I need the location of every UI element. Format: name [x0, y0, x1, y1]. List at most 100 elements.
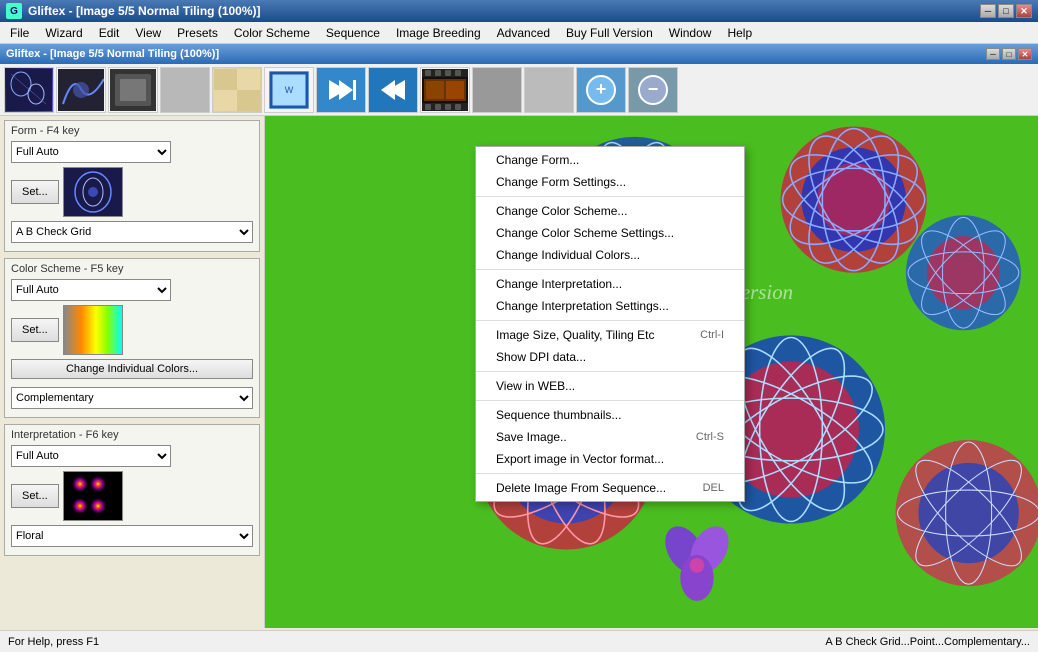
menu-bar: FileWizardEditViewPresetsColor SchemeSeq… — [0, 22, 1038, 44]
check-grid-select[interactable]: A B Check Grid None Standard — [11, 221, 253, 243]
menu-item-sequence[interactable]: Sequence — [318, 23, 388, 43]
interp-set-row: Set... — [11, 471, 253, 521]
inner-window-title: Gliftex - [Image 5/5 Normal Tiling (100%… — [6, 48, 219, 60]
context-menu-item[interactable]: Delete Image From Sequence... DEL — [476, 477, 744, 499]
toolbar-thumb-gray[interactable] — [160, 67, 210, 113]
menu-item-color-scheme[interactable]: Color Scheme — [226, 23, 318, 43]
context-menu-item[interactable]: Change Color Scheme Settings... — [476, 222, 744, 244]
interp-select-row: Full Auto Manual Semi-Auto — [11, 445, 253, 467]
menu-item-edit[interactable]: Edit — [91, 23, 128, 43]
complementary-row: Complementary Triadic Analogous — [11, 387, 253, 409]
maximize-button[interactable]: □ — [998, 4, 1014, 18]
menu-item-image-breeding[interactable]: Image Breeding — [388, 23, 489, 43]
floral-row: Floral Abstract Geometric — [11, 525, 253, 547]
context-menu-separator — [476, 400, 744, 401]
context-menu-item-label: Save Image.. — [496, 430, 567, 444]
form-group-title: Form - F4 key — [11, 125, 253, 137]
context-menu-item[interactable]: Export image in Vector format... — [476, 448, 744, 470]
context-menu-item-label: Export image in Vector format... — [496, 452, 664, 466]
context-menu-item[interactable]: View in WEB... — [476, 375, 744, 397]
toolbar-gray-btn-1[interactable] — [472, 67, 522, 113]
form-select-row: Full Auto Manual Semi-Auto — [11, 141, 253, 163]
inner-close-button[interactable]: ✕ — [1018, 48, 1032, 60]
floral-select[interactable]: Floral Abstract Geometric — [11, 525, 253, 547]
context-menu-item-label: Show DPI data... — [496, 350, 586, 364]
context-menu-item[interactable]: Sequence thumbnails... — [476, 404, 744, 426]
menu-item-help[interactable]: Help — [719, 23, 760, 43]
toolbar-gray-btn-2[interactable] — [524, 67, 574, 113]
color-scheme-select[interactable]: Full Auto Manual Semi-Auto — [11, 279, 171, 301]
svg-text:+: + — [596, 79, 607, 99]
context-menu-separator — [476, 320, 744, 321]
main-content: Form - F4 key Full Auto Manual Semi-Auto… — [0, 116, 1038, 628]
context-menu-item-label: Change Color Scheme Settings... — [496, 226, 674, 240]
svg-text:W: W — [285, 85, 294, 95]
context-menu-item-label: Delete Image From Sequence... — [496, 481, 666, 495]
status-bar: For Help, press F1 A B Check Grid...Poin… — [0, 630, 1038, 652]
context-menu-item-label: View in WEB... — [496, 379, 575, 393]
toolbar-zoom-out[interactable]: − — [628, 67, 678, 113]
form-set-row: Set... — [11, 167, 253, 217]
interpretation-group: Interpretation - F6 key Full Auto Manual… — [4, 424, 260, 556]
toolbar-thumb-1[interactable] — [4, 67, 54, 113]
complementary-select[interactable]: Complementary Triadic Analogous — [11, 387, 253, 409]
context-menu-item-label: Change Individual Colors... — [496, 248, 640, 262]
color-thumbnail — [63, 305, 123, 355]
window-title: Gliftex - [Image 5/5 Normal Tiling (100%… — [28, 4, 980, 18]
toolbar-filmstrip[interactable] — [420, 67, 470, 113]
context-menu-item-label: Change Color Scheme... — [496, 204, 627, 218]
interpretation-group-title: Interpretation - F6 key — [11, 429, 253, 441]
context-menu-item[interactable]: Image Size, Quality, Tiling Etc Ctrl-I — [476, 324, 744, 346]
menu-item-presets[interactable]: Presets — [169, 23, 226, 43]
status-right: A B Check Grid...Point...Complementary..… — [825, 636, 1030, 648]
toolbar-back-button[interactable] — [368, 67, 418, 113]
color-set-button[interactable]: Set... — [11, 318, 59, 342]
menu-item-window[interactable]: Window — [661, 23, 720, 43]
window-controls: ─ □ ✕ — [980, 4, 1032, 18]
toolbar-thumb-3[interactable] — [108, 67, 158, 113]
context-menu-item[interactable]: Change Interpretation Settings... — [476, 295, 744, 317]
context-menu-shortcut: Ctrl-I — [700, 329, 724, 341]
inner-maximize-button[interactable]: □ — [1002, 48, 1016, 60]
context-menu-shortcut: DEL — [703, 482, 724, 494]
toolbar-skip-button[interactable] — [316, 67, 366, 113]
context-menu-item-label: Sequence thumbnails... — [496, 408, 621, 422]
app-icon: G — [6, 3, 22, 19]
toolbar-zoom-in[interactable]: + — [576, 67, 626, 113]
form-select[interactable]: Full Auto Manual Semi-Auto — [11, 141, 171, 163]
change-individual-colors-button[interactable]: Change Individual Colors... — [11, 359, 253, 379]
toolbar-thumb-beige[interactable] — [212, 67, 262, 113]
form-group: Form - F4 key Full Auto Manual Semi-Auto… — [4, 120, 260, 252]
context-menu-item[interactable]: Show DPI data... — [476, 346, 744, 368]
menu-item-view[interactable]: View — [127, 23, 169, 43]
context-menu-item[interactable]: Change Color Scheme... — [476, 200, 744, 222]
inner-window-controls: ─ □ ✕ — [986, 48, 1032, 60]
menu-item-wizard[interactable]: Wizard — [37, 23, 90, 43]
context-menu: Change Form...Change Form Settings... Cha… — [475, 146, 745, 502]
context-menu-separator — [476, 473, 744, 474]
minimize-button[interactable]: ─ — [980, 4, 996, 18]
interpretation-thumbnail — [63, 471, 123, 521]
color-set-row: Set... — [11, 305, 253, 355]
menu-item-file[interactable]: File — [2, 23, 37, 43]
inner-minimize-button[interactable]: ─ — [986, 48, 1000, 60]
context-menu-item[interactable]: Change Form Settings... — [476, 171, 744, 193]
form-check-grid-row: A B Check Grid None Standard — [11, 221, 253, 243]
toolbar-thumb-blue-rect[interactable]: W — [264, 67, 314, 113]
interpretation-select[interactable]: Full Auto Manual Semi-Auto — [11, 445, 171, 467]
context-menu-item[interactable]: Save Image..Ctrl-S — [476, 426, 744, 448]
context-menu-item-label: Change Interpretation... — [496, 277, 622, 291]
close-button[interactable]: ✕ — [1016, 4, 1032, 18]
menu-item-buy-full-version[interactable]: Buy Full Version — [558, 23, 661, 43]
context-menu-item[interactable]: Change Interpretation... — [476, 273, 744, 295]
context-menu-item[interactable]: Change Individual Colors... — [476, 244, 744, 266]
context-menu-item-label: Change Interpretation Settings... — [496, 299, 669, 313]
menu-item-advanced[interactable]: Advanced — [489, 23, 558, 43]
interpretation-set-button[interactable]: Set... — [11, 484, 59, 508]
context-menu-separator — [476, 371, 744, 372]
toolbar-thumb-2[interactable] — [56, 67, 106, 113]
context-menu-item[interactable]: Change Form... — [476, 149, 744, 171]
context-menu-separator — [476, 269, 744, 270]
context-menu-item-label: Image Size, Quality, Tiling Etc — [496, 328, 655, 342]
form-set-button[interactable]: Set... — [11, 180, 59, 204]
